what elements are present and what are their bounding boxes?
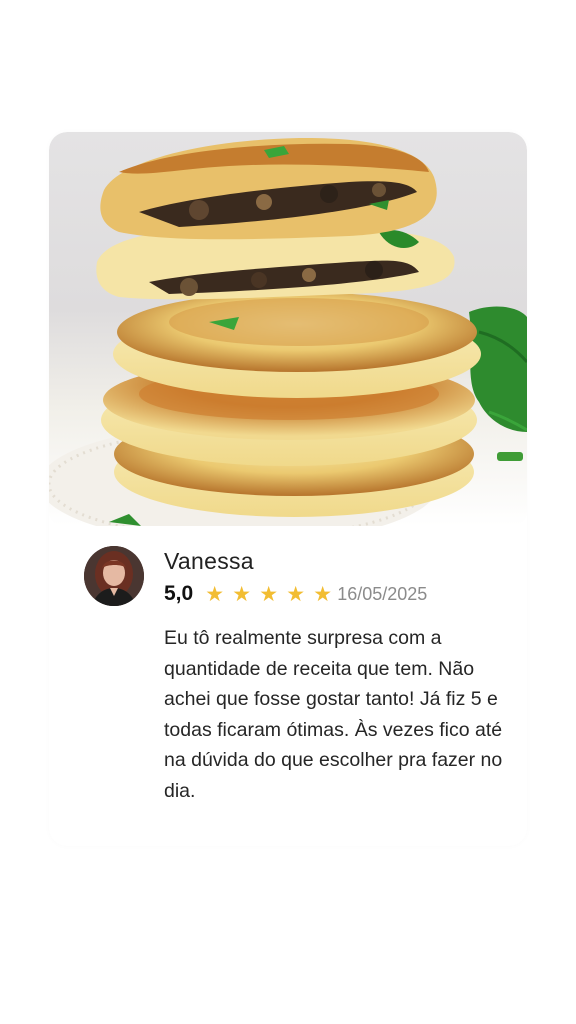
reviewer-avatar-icon <box>84 546 144 606</box>
review-date: 16/05/2025 <box>337 583 428 604</box>
review-text: Eu tô realmente surpresa com a quantidad… <box>164 627 503 802</box>
rating-row: 5,0 ★ ★ ★ ★ ★ 16/05/2025 <box>164 581 427 607</box>
star-icon: ★ <box>259 581 279 606</box>
reviewer-name: Vanessa <box>164 548 254 574</box>
rating-stars: ★ ★ ★ ★ ★ <box>201 581 336 606</box>
food-photo <box>49 132 527 526</box>
star-icon: ★ <box>286 581 306 606</box>
star-icon: ★ <box>205 581 225 606</box>
star-icon: ★ <box>232 581 252 606</box>
avatar <box>84 546 144 606</box>
review-card: Vanessa 5,0 ★ ★ ★ ★ ★ 16/05/2025 Eu tô r… <box>49 132 527 846</box>
rating-score: 5,0 <box>164 582 194 605</box>
star-icon: ★ <box>313 581 333 606</box>
